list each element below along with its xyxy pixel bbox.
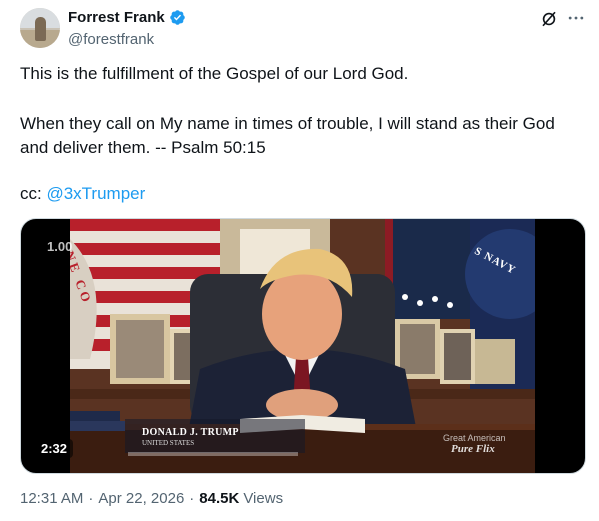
video-duration-badge: 2:32	[35, 439, 74, 458]
lower-third-title: UNITED STATES	[142, 439, 195, 447]
verified-badge-icon	[169, 10, 185, 25]
mention-link[interactable]: @3xTrumper	[46, 184, 145, 203]
tweet-cc-line: cc: @3xTrumper	[20, 182, 580, 206]
tweet-time[interactable]: 12:31 AM	[20, 490, 83, 507]
watermark-line2: Pure Flix	[451, 443, 495, 455]
more-icon[interactable]	[566, 8, 586, 28]
display-name[interactable]: Forrest Frank	[68, 9, 165, 26]
views-count: 84.5K	[199, 490, 240, 507]
tweet-text-line: and deliver them. -- Psalm 50:15	[20, 138, 266, 157]
tweet-meta: 12:31 AM · Apr 22, 2026 · 84.5K Views	[20, 490, 283, 507]
tweet-text-line: When they call on My name in times of tr…	[20, 114, 555, 133]
tweet-date[interactable]: Apr 22, 2026	[98, 490, 184, 507]
watermark-line1: Great American	[443, 433, 506, 443]
cc-prefix: cc:	[20, 184, 47, 203]
lower-third-name: DONALD J. TRUMP	[142, 427, 239, 438]
tweet-text-line: This is the fulfillment of the Gospel of…	[20, 64, 409, 83]
meta-separator: ·	[189, 490, 195, 507]
author-handle[interactable]: @forestfrank	[68, 31, 154, 48]
video-frame[interactable]: DONALD J. TRUMP UNITED STATES NE CO S NA…	[70, 219, 535, 473]
tweet-text-paragraph: When they call on My name in times of tr…	[20, 112, 580, 160]
grok-icon[interactable]	[540, 10, 558, 28]
video-player[interactable]: DONALD J. TRUMP UNITED STATES NE CO S NA…	[20, 218, 586, 474]
author-name-row: Forrest Frank	[68, 9, 186, 26]
avatar[interactable]	[20, 8, 60, 48]
tweet-card: Forrest Frank @forestfrank This is the f…	[0, 0, 599, 521]
views-label: Views	[243, 490, 284, 507]
meta-separator: ·	[88, 490, 94, 507]
playback-speed-label: 1.00	[47, 239, 73, 254]
